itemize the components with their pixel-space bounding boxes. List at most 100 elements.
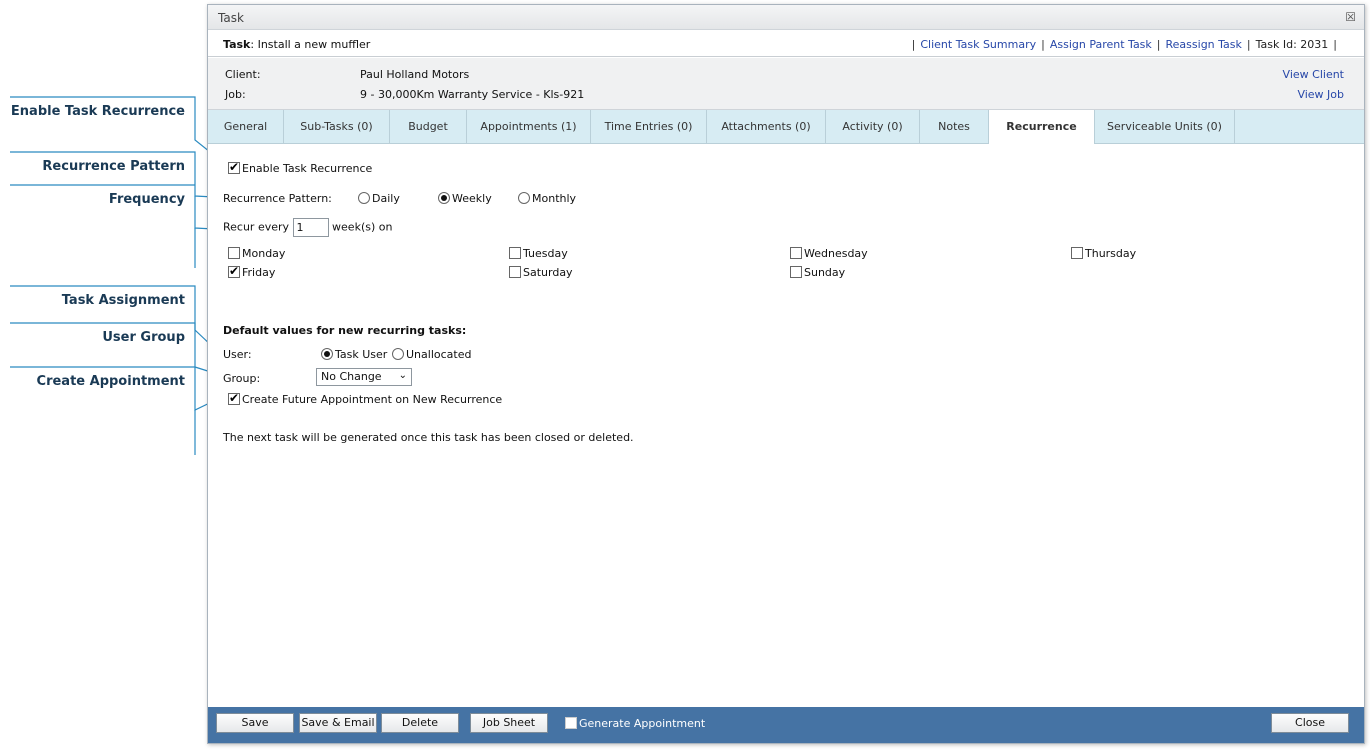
create-appointment-label: Create Future Appointment on New Recurre… <box>242 393 503 406</box>
wednesday-label: Wednesday <box>804 247 868 260</box>
task-title: Task: Install a new muffler <box>223 38 370 51</box>
thursday-checkbox[interactable] <box>1071 247 1083 259</box>
separator: | <box>1041 38 1045 51</box>
weekly-option[interactable]: Weekly <box>438 192 492 205</box>
callout-frequency: Frequency <box>108 192 185 207</box>
callout-recurrence-pattern: Recurrence Pattern <box>42 159 185 174</box>
separator: | <box>1333 38 1337 51</box>
weekly-label: Weekly <box>452 192 492 205</box>
view-job-link[interactable]: View Job <box>1297 88 1344 101</box>
save-email-button[interactable]: Save & Email <box>299 713 377 733</box>
separator: | <box>1246 38 1251 51</box>
window-title: Task <box>218 11 244 25</box>
tab-serviceable-units[interactable]: Serviceable Units (0) <box>1095 110 1235 143</box>
monthly-option[interactable]: Monthly <box>518 192 576 205</box>
task-name: : Install a new muffler <box>250 38 371 51</box>
monthly-radio[interactable] <box>518 192 530 204</box>
reassign-task-link[interactable]: Reassign Task <box>1166 38 1242 51</box>
weeks-on-label: week(s) on <box>332 220 393 234</box>
recurrence-panel: Enable Task Recurrence Recurrence Patter… <box>208 145 1364 707</box>
unallocated-label: Unallocated <box>406 348 472 361</box>
monday-label: Monday <box>242 247 286 260</box>
user-label: User: <box>223 348 252 361</box>
tab-budget[interactable]: Budget <box>390 110 467 143</box>
tab-general[interactable]: General <box>208 110 284 143</box>
create-appointment-row: Create Future Appointment on New Recurre… <box>228 391 503 406</box>
callout-lines <box>10 96 226 455</box>
close-icon[interactable]: ☒ <box>1345 10 1356 24</box>
enable-recurrence-checkbox[interactable] <box>228 160 240 174</box>
delete-button[interactable]: Delete <box>381 713 459 733</box>
friday-checkbox[interactable] <box>228 264 240 278</box>
saturday-label: Saturday <box>523 266 573 279</box>
recur-interval-input[interactable]: 1 <box>292 218 329 237</box>
task-label: Task <box>223 38 251 51</box>
callout-create-appointment: Create Appointment <box>36 374 185 389</box>
thursday-label: Thursday <box>1085 247 1137 260</box>
daily-label: Daily <box>372 192 400 205</box>
task-id: Task Id: 2031 <box>1255 38 1329 51</box>
daily-radio[interactable] <box>358 192 370 204</box>
recur-every-label: Recur every <box>223 220 290 234</box>
enable-recurrence-row: Enable Task Recurrence <box>228 160 373 175</box>
day-thursday[interactable]: Thursday <box>1071 247 1136 260</box>
group-select-value: No Change <box>321 370 382 383</box>
monday-checkbox[interactable] <box>228 247 240 259</box>
task-links: | Client Task Summary | Assign Parent Task |… <box>907 38 1342 51</box>
tab-attachments[interactable]: Attachments (0) <box>707 110 826 143</box>
tab-time-entries[interactable]: Time Entries (0) <box>591 110 707 143</box>
client-task-summary-link[interactable]: Client Task Summary <box>920 38 1036 51</box>
day-monday[interactable]: Monday <box>228 247 285 260</box>
generate-appointment-label: Generate Appointment <box>579 717 706 730</box>
job-sheet-button[interactable]: Job Sheet <box>470 713 548 733</box>
tab-notes[interactable]: Notes <box>920 110 989 143</box>
title-bar: Task ☒ <box>208 5 1364 30</box>
callout-enable-task-recurrence: Enable Task Recurrence <box>10 104 185 119</box>
day-sunday[interactable]: Sunday <box>790 266 845 279</box>
callout-user-group: User Group <box>102 330 185 345</box>
wednesday-checkbox[interactable] <box>790 247 802 259</box>
group-label: Group: <box>223 372 261 385</box>
job-label: Job: <box>225 88 246 101</box>
client-info-panel: Client: Paul Holland Motors View Client … <box>208 58 1364 110</box>
create-appointment-checkbox[interactable] <box>228 391 240 405</box>
enable-recurrence-label: Enable Task Recurrence <box>242 162 373 175</box>
task-header: Task: Install a new muffler | Client Task… <box>208 31 1364 57</box>
view-client-link[interactable]: View Client <box>1283 68 1344 81</box>
tuesday-checkbox[interactable] <box>509 247 521 259</box>
task-user-option[interactable]: Task User <box>321 348 387 361</box>
day-saturday[interactable]: Saturday <box>509 266 573 279</box>
generate-appointment-option[interactable]: Generate Appointment <box>565 717 705 730</box>
tab-appointments[interactable]: Appointments (1) <box>467 110 591 143</box>
day-wednesday[interactable]: Wednesday <box>790 247 868 260</box>
footer-toolbar: Save Save & Email Delete Job Sheet Gener… <box>208 707 1364 743</box>
unallocated-option[interactable]: Unallocated <box>392 348 471 361</box>
sunday-label: Sunday <box>804 266 846 279</box>
group-select[interactable]: No Change ⌄ <box>316 368 412 386</box>
tab-recurrence[interactable]: Recurrence <box>989 110 1095 144</box>
job-value: 9 - 30,000Km Warranty Service - Kls-921 <box>360 88 585 101</box>
recurrence-note: The next task will be generated once thi… <box>223 431 634 444</box>
daily-option[interactable]: Daily <box>358 192 400 205</box>
assign-parent-task-link[interactable]: Assign Parent Task <box>1050 38 1152 51</box>
close-button[interactable]: Close <box>1271 713 1349 733</box>
separator: | <box>1156 38 1161 51</box>
tab-sub-tasks[interactable]: Sub-Tasks (0) <box>284 110 390 143</box>
sunday-checkbox[interactable] <box>790 266 802 278</box>
callout-task-assignment: Task Assignment <box>61 293 185 308</box>
client-label: Client: <box>225 68 261 81</box>
monthly-label: Monthly <box>532 192 577 205</box>
weekly-radio[interactable] <box>438 192 450 204</box>
task-user-radio[interactable] <box>321 348 333 360</box>
tuesday-label: Tuesday <box>523 247 568 260</box>
tab-bar: General Sub-Tasks (0) Budget Appointment… <box>208 110 1364 144</box>
save-button[interactable]: Save <box>216 713 294 733</box>
day-friday[interactable]: Friday <box>228 264 276 279</box>
friday-label: Friday <box>242 266 276 279</box>
unallocated-radio[interactable] <box>392 348 404 360</box>
separator: | <box>911 38 916 51</box>
day-tuesday[interactable]: Tuesday <box>509 247 568 260</box>
generate-appointment-checkbox[interactable] <box>565 717 577 729</box>
tab-activity[interactable]: Activity (0) <box>826 110 920 143</box>
saturday-checkbox[interactable] <box>509 266 521 278</box>
